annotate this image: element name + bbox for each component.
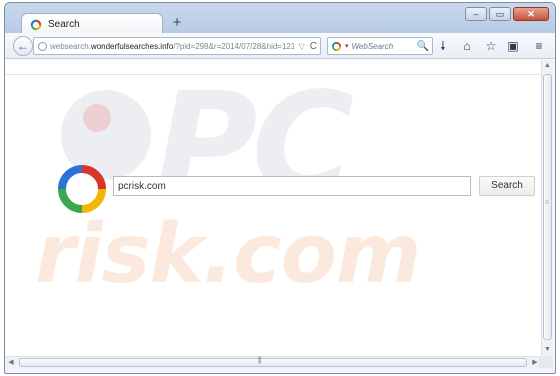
minimize-button[interactable]: – [465,7,487,21]
reload-icon[interactable]: C [310,41,320,52]
home-icon[interactable]: ⌂ [459,39,475,53]
new-tab-button[interactable]: + [169,15,185,31]
search-icon[interactable]: 🔍 [417,41,432,52]
address-bar[interactable]: websearch.wonderfulsearches.info/?pid=29… [33,37,321,55]
maximize-button[interactable]: ▭ [489,7,511,21]
browser-search-placeholder: WebSearch [351,41,394,51]
search-engine-icon[interactable] [331,41,342,52]
back-button[interactable]: ← [13,36,33,56]
watermark-pc-text: PC [155,63,354,226]
url-dropdown-icon[interactable]: ▽ [297,42,307,51]
grip-icon: ≡ [545,200,549,206]
browser-window: Search + – ▭ ✕ ← websearch.wonderfulsear… [4,2,556,374]
download-icon[interactable]: 🠗 [435,39,451,53]
globe-icon [38,41,47,51]
horizontal-scroll-thumb[interactable]: ||| [19,357,527,367]
grip-icon: ||| [258,357,262,364]
browser-search-box[interactable]: ▾ WebSearch 🔍 [327,37,433,55]
clipboard-icon[interactable]: ▣ [505,39,521,53]
vertical-scrollbar[interactable]: ▲ ≡ ▼ [541,60,553,356]
menu-icon[interactable]: ≡ [531,39,547,53]
scrollbar-corner [539,356,553,368]
watermark-risk-text: risk.com [35,207,421,302]
tab-search[interactable]: Search [21,13,163,35]
url-text[interactable]: websearch.wonderfulsearches.info/?pid=29… [50,42,294,51]
search-button[interactable]: Search [479,176,535,196]
tab-title: Search [48,19,80,30]
vertical-scroll-thumb[interactable]: ≡ [543,74,552,340]
horizontal-scrollbar[interactable]: ◀ ||| ▶ [5,356,541,368]
scroll-left-icon[interactable]: ◀ [5,357,17,368]
scroll-down-icon[interactable]: ▼ [542,344,553,356]
bookmark-star-icon[interactable]: ☆ [483,39,499,53]
colored-ring-icon [30,19,42,30]
navigation-toolbar: ← websearch.wonderfulsearches.info/?pid=… [5,33,555,59]
chevron-down-icon[interactable]: ▾ [345,42,349,50]
title-bar: Search + – ▭ ✕ [5,3,555,35]
page-content: PC risk.com pcrisk.com Search [5,60,541,356]
window-controls: – ▭ ✕ [465,7,549,21]
scroll-up-icon[interactable]: ▲ [542,60,553,72]
websearch-logo [58,165,106,213]
close-button[interactable]: ✕ [513,7,549,21]
search-input[interactable]: pcrisk.com [113,176,471,196]
